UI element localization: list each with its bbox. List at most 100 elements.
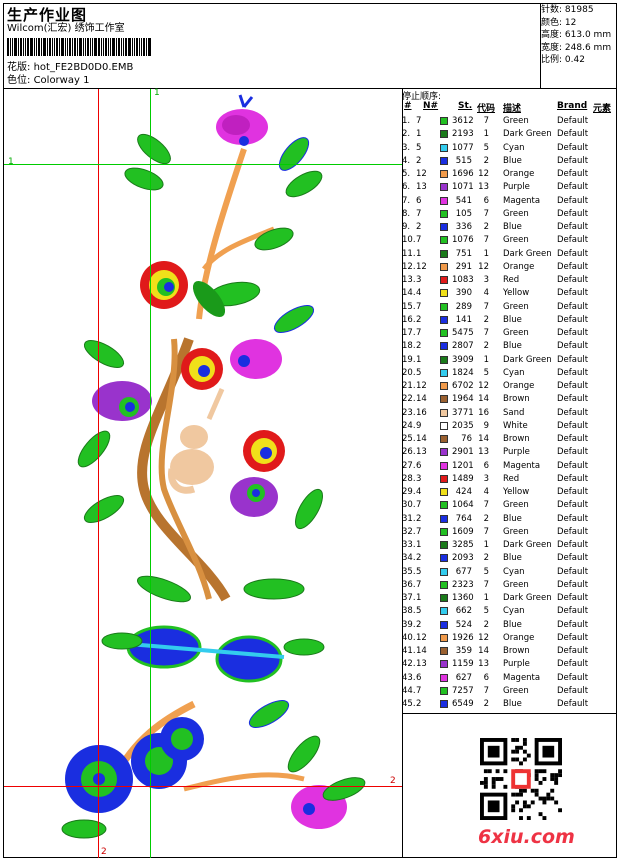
row-num: 39. [402,619,416,630]
row-num: 45. [402,699,416,709]
color-desc: Dark Green [503,129,552,140]
color-swatch [440,686,448,695]
color-desc: Purple [503,447,530,458]
color-swatch [440,567,448,576]
row-num: 7. [402,195,411,206]
color-desc: Green [503,500,529,511]
stitch-count: 2323 [452,579,474,590]
stitch-count: 3909 [452,354,474,365]
stat-colors: 颜色: 12 [541,17,577,28]
flower-red [243,430,285,472]
color-desc: Magenta [503,195,541,206]
company-name: Wilcom(汇宏) 绣饰工作室 [7,23,125,34]
color-desc: Green [503,301,529,312]
brand: Default [557,235,589,246]
color-code: 4 [483,288,489,299]
flower-purple [92,381,152,421]
needle-num: 1 [416,354,422,365]
stitch-count: 1609 [452,526,474,537]
table-row: 1. 7 3612 7 Green Default [402,115,616,128]
color-code: 7 [483,208,489,219]
color-swatch [440,421,448,430]
color-desc: Red [503,473,520,484]
needle-num: 4 [416,487,422,497]
row-num: 43. [402,672,416,683]
color-swatch [440,501,448,510]
table-row: 14. 4 390 4 Yellow Default [402,287,616,300]
guide-mark: 1 [8,157,14,167]
color-desc: Purple [503,182,530,193]
row-num: 31. [402,513,416,524]
brand: Default [557,685,589,696]
color-swatch [440,700,448,708]
stitch-count: 1964 [452,394,474,405]
table-row: 31. 2 764 2 Blue Default [402,513,616,526]
stitch-count: 627 [455,672,472,683]
table-row: 4. 2 515 2 Blue Default [402,155,616,168]
row-num: 16. [402,314,416,325]
color-code: 12 [478,381,489,391]
color-code: 14 [478,394,489,405]
stitch-count: 524 [455,619,472,630]
color-desc: Brown [503,434,530,444]
color-desc: Green [503,579,529,590]
brand: Default [557,632,589,643]
color-swatch [440,541,448,549]
color-swatch [440,594,448,602]
needle-num: 2 [416,619,422,630]
color-swatch [440,117,448,125]
color-swatch [440,580,448,589]
stitch-count: 1489 [452,473,474,484]
flower-magenta-top [216,94,268,146]
stat-height: 高度: 613.0 mm [541,30,612,40]
color-code: 2 [483,553,489,564]
row-num: 37. [402,593,416,603]
color-swatch [440,249,448,258]
table-row: 37. 1 1360 1 Dark Green Default [402,592,616,605]
color-code: 7 [483,328,489,338]
stitch-count: 1926 [452,632,474,643]
watermark-logo: 6xiu.com [478,826,575,848]
row-num: 27. [402,460,416,471]
table-row: 19. 1 3909 1 Dark Green Default [402,354,616,367]
color-swatch [440,289,448,298]
table-row: 42. 13 1159 13 Purple Default [402,658,616,671]
color-swatch [440,527,448,536]
stitch-count: 2035 [452,420,474,431]
table-row: 13. 3 1083 3 Red Default [402,274,616,287]
color-desc: Green [503,328,529,338]
embroidery-artwork [61,94,366,839]
color-desc: Magenta [503,460,541,471]
table-row: 33. 1 3285 1 Dark Green Default [402,539,616,552]
needle-num: 12 [416,169,427,179]
needle-num: 12 [416,261,427,272]
guide-mark: 2 [101,847,107,857]
brand: Default [557,407,589,418]
colorway-value: Colorway 1 [33,75,90,86]
pattern-name: 花版: hot_FE2BD0D0.EMB [7,62,133,74]
row-num: 40. [402,632,416,643]
color-swatch [440,488,448,496]
color-code: 12 [478,632,489,643]
color-swatch [440,660,448,669]
row-num: 41. [402,646,416,656]
color-code: 7 [483,526,489,537]
color-swatch [440,673,448,682]
guide-mark: 2 [390,776,396,786]
col-n: N# [423,101,439,111]
color-swatch [440,342,448,351]
table-row: 28. 3 1489 3 Red Default [402,473,616,486]
color-code: 5 [483,367,489,378]
brand: Default [557,394,589,405]
table-row: 23. 16 3771 16 Sand Default [402,407,616,420]
brand: Default [557,155,589,166]
monkey [167,388,225,494]
row-num: 13. [402,275,416,285]
color-desc: Green [503,685,529,696]
row-num: 21. [402,381,416,391]
color-code: 14 [478,646,489,656]
color-swatch [440,461,448,470]
table-row: 15. 7 289 7 Green Default [402,301,616,314]
color-desc: Orange [503,261,535,272]
brand: Default [557,129,589,140]
